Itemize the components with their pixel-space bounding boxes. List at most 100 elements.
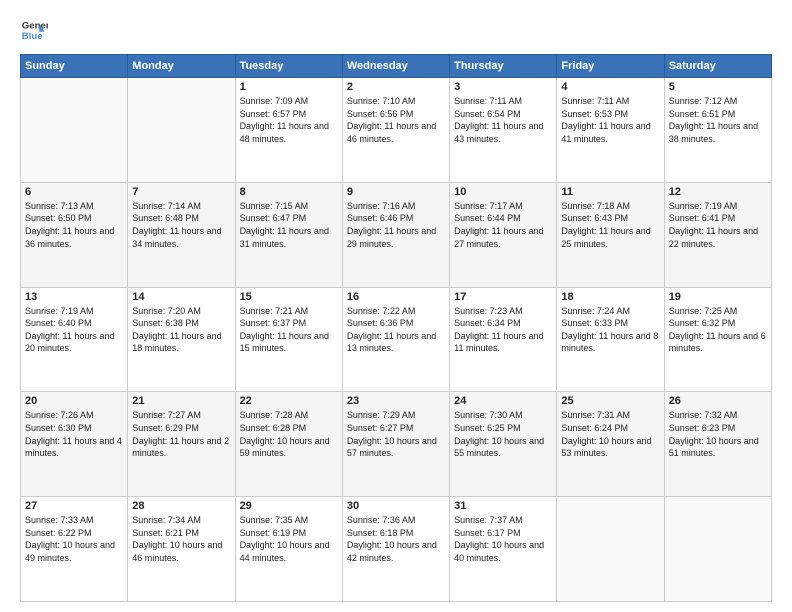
day-cell: 1 Sunrise: 7:09 AMSunset: 6:57 PMDaylight…	[235, 78, 342, 183]
calendar-header-row: SundayMondayTuesdayWednesdayThursdayFrid…	[21, 55, 772, 78]
day-cell: 14Sunrise: 7:20 AMSunset: 6:38 PMDayligh…	[128, 287, 235, 392]
logo-icon: General Blue	[20, 16, 48, 44]
day-info: Sunrise: 7:19 AMSunset: 6:41 PMDaylight:…	[669, 200, 767, 250]
header-cell-tuesday: Tuesday	[235, 55, 342, 78]
day-number: 31	[454, 500, 552, 512]
day-number: 6	[25, 186, 123, 198]
day-info: Sunrise: 7:22 AMSunset: 6:36 PMDaylight:…	[347, 305, 445, 355]
day-info: Sunrise: 7:13 AMSunset: 6:50 PMDaylight:…	[25, 200, 123, 250]
day-info: Sunrise: 7:16 AMSunset: 6:46 PMDaylight:…	[347, 200, 445, 250]
day-number: 12	[669, 186, 767, 198]
day-number: 24	[454, 395, 552, 407]
day-number: 10	[454, 186, 552, 198]
day-cell: 29 Sunrise: 7:35 AMSunset: 6:19 PMDayligh…	[235, 497, 342, 602]
day-number: 3	[454, 81, 552, 93]
page: General Blue SundayMondayTuesdayWednesda…	[0, 0, 792, 612]
header-cell-sunday: Sunday	[21, 55, 128, 78]
day-cell: 27Sunrise: 7:33 AMSunset: 6:22 PMDayligh…	[21, 497, 128, 602]
day-info: Sunrise: 7:12 AMSunset: 6:51 PMDaylight:…	[669, 95, 767, 145]
day-number: 8	[240, 186, 338, 198]
day-cell: 20 Sunrise: 7:26 AMSunset: 6:30 PMDayligh…	[21, 392, 128, 497]
day-number: 30	[347, 500, 445, 512]
day-info: Sunrise: 7:36 AMSunset: 6:18 PMDaylight:…	[347, 514, 445, 564]
day-cell	[21, 78, 128, 183]
header-cell-wednesday: Wednesday	[342, 55, 449, 78]
logo: General Blue	[20, 16, 48, 44]
day-cell: 31 Sunrise: 7:37 AMSunset: 6:17 PMDayligh…	[450, 497, 557, 602]
header-cell-thursday: Thursday	[450, 55, 557, 78]
day-info: Sunrise: 7:26 AMSunset: 6:30 PMDaylight:…	[25, 409, 123, 459]
day-info: Sunrise: 7:27 AMSunset: 6:29 PMDaylight:…	[132, 409, 230, 459]
day-info: Sunrise: 7:15 AMSunset: 6:47 PMDaylight:…	[240, 200, 338, 250]
day-number: 20	[25, 395, 123, 407]
day-info: Sunrise: 7:11 AMSunset: 6:54 PMDaylight:…	[454, 95, 552, 145]
day-cell: 5Sunrise: 7:12 AMSunset: 6:51 PMDaylight…	[664, 78, 771, 183]
day-cell: 11 Sunrise: 7:18 AMSunset: 6:43 PMDayligh…	[557, 182, 664, 287]
day-info: Sunrise: 7:37 AMSunset: 6:17 PMDaylight:…	[454, 514, 552, 564]
week-row-3: 20 Sunrise: 7:26 AMSunset: 6:30 PMDayligh…	[21, 392, 772, 497]
day-number: 9	[347, 186, 445, 198]
header-cell-friday: Friday	[557, 55, 664, 78]
day-info: Sunrise: 7:25 AMSunset: 6:32 PMDaylight:…	[669, 305, 767, 355]
day-info: Sunrise: 7:17 AMSunset: 6:44 PMDaylight:…	[454, 200, 552, 250]
week-row-1: 6 Sunrise: 7:13 AMSunset: 6:50 PMDaylight…	[21, 182, 772, 287]
day-info: Sunrise: 7:10 AMSunset: 6:56 PMDaylight:…	[347, 95, 445, 145]
day-number: 1	[240, 81, 338, 93]
day-number: 17	[454, 291, 552, 303]
day-info: Sunrise: 7:35 AMSunset: 6:19 PMDaylight:…	[240, 514, 338, 564]
day-number: 21	[132, 395, 230, 407]
day-number: 14	[132, 291, 230, 303]
day-number: 29	[240, 500, 338, 512]
day-cell: 8 Sunrise: 7:15 AMSunset: 6:47 PMDaylight…	[235, 182, 342, 287]
day-info: Sunrise: 7:23 AMSunset: 6:34 PMDaylight:…	[454, 305, 552, 355]
day-info: Sunrise: 7:18 AMSunset: 6:43 PMDaylight:…	[561, 200, 659, 250]
day-cell: 12 Sunrise: 7:19 AMSunset: 6:41 PMDayligh…	[664, 182, 771, 287]
day-number: 11	[561, 186, 659, 198]
day-cell: 3 Sunrise: 7:11 AMSunset: 6:54 PMDaylight…	[450, 78, 557, 183]
day-cell: 23 Sunrise: 7:29 AMSunset: 6:27 PMDayligh…	[342, 392, 449, 497]
day-number: 7	[132, 186, 230, 198]
calendar-table: SundayMondayTuesdayWednesdayThursdayFrid…	[20, 54, 772, 602]
day-number: 27	[25, 500, 123, 512]
header-cell-saturday: Saturday	[664, 55, 771, 78]
day-cell: 18Sunrise: 7:24 AMSunset: 6:33 PMDayligh…	[557, 287, 664, 392]
day-number: 2	[347, 81, 445, 93]
day-info: Sunrise: 7:29 AMSunset: 6:27 PMDaylight:…	[347, 409, 445, 459]
day-cell: 26 Sunrise: 7:32 AMSunset: 6:23 PMDayligh…	[664, 392, 771, 497]
day-number: 15	[240, 291, 338, 303]
day-number: 13	[25, 291, 123, 303]
week-row-0: 1 Sunrise: 7:09 AMSunset: 6:57 PMDaylight…	[21, 78, 772, 183]
day-info: Sunrise: 7:24 AMSunset: 6:33 PMDaylight:…	[561, 305, 659, 355]
day-info: Sunrise: 7:09 AMSunset: 6:57 PMDaylight:…	[240, 95, 338, 145]
day-info: Sunrise: 7:11 AMSunset: 6:53 PMDaylight:…	[561, 95, 659, 145]
day-info: Sunrise: 7:19 AMSunset: 6:40 PMDaylight:…	[25, 305, 123, 355]
day-cell	[557, 497, 664, 602]
day-cell: 21 Sunrise: 7:27 AMSunset: 6:29 PMDayligh…	[128, 392, 235, 497]
day-number: 4	[561, 81, 659, 93]
svg-text:General: General	[22, 20, 48, 31]
day-info: Sunrise: 7:14 AMSunset: 6:48 PMDaylight:…	[132, 200, 230, 250]
day-cell: 22Sunrise: 7:28 AMSunset: 6:28 PMDayligh…	[235, 392, 342, 497]
day-cell: 28Sunrise: 7:34 AMSunset: 6:21 PMDayligh…	[128, 497, 235, 602]
calendar-body: 1 Sunrise: 7:09 AMSunset: 6:57 PMDaylight…	[21, 78, 772, 602]
day-number: 23	[347, 395, 445, 407]
day-number: 16	[347, 291, 445, 303]
svg-text:Blue: Blue	[22, 31, 43, 42]
day-cell	[128, 78, 235, 183]
day-cell: 16 Sunrise: 7:22 AMSunset: 6:36 PMDayligh…	[342, 287, 449, 392]
day-cell: 6 Sunrise: 7:13 AMSunset: 6:50 PMDaylight…	[21, 182, 128, 287]
day-info: Sunrise: 7:31 AMSunset: 6:24 PMDaylight:…	[561, 409, 659, 459]
day-cell: 15Sunrise: 7:21 AMSunset: 6:37 PMDayligh…	[235, 287, 342, 392]
day-number: 26	[669, 395, 767, 407]
day-info: Sunrise: 7:30 AMSunset: 6:25 PMDaylight:…	[454, 409, 552, 459]
day-info: Sunrise: 7:28 AMSunset: 6:28 PMDaylight:…	[240, 409, 338, 459]
day-cell: 30 Sunrise: 7:36 AMSunset: 6:18 PMDayligh…	[342, 497, 449, 602]
day-cell: 4 Sunrise: 7:11 AMSunset: 6:53 PMDaylight…	[557, 78, 664, 183]
day-cell: 13 Sunrise: 7:19 AMSunset: 6:40 PMDayligh…	[21, 287, 128, 392]
header: General Blue	[20, 16, 772, 44]
day-cell	[664, 497, 771, 602]
week-row-2: 13 Sunrise: 7:19 AMSunset: 6:40 PMDayligh…	[21, 287, 772, 392]
day-number: 25	[561, 395, 659, 407]
day-cell: 25 Sunrise: 7:31 AMSunset: 6:24 PMDayligh…	[557, 392, 664, 497]
day-info: Sunrise: 7:32 AMSunset: 6:23 PMDaylight:…	[669, 409, 767, 459]
